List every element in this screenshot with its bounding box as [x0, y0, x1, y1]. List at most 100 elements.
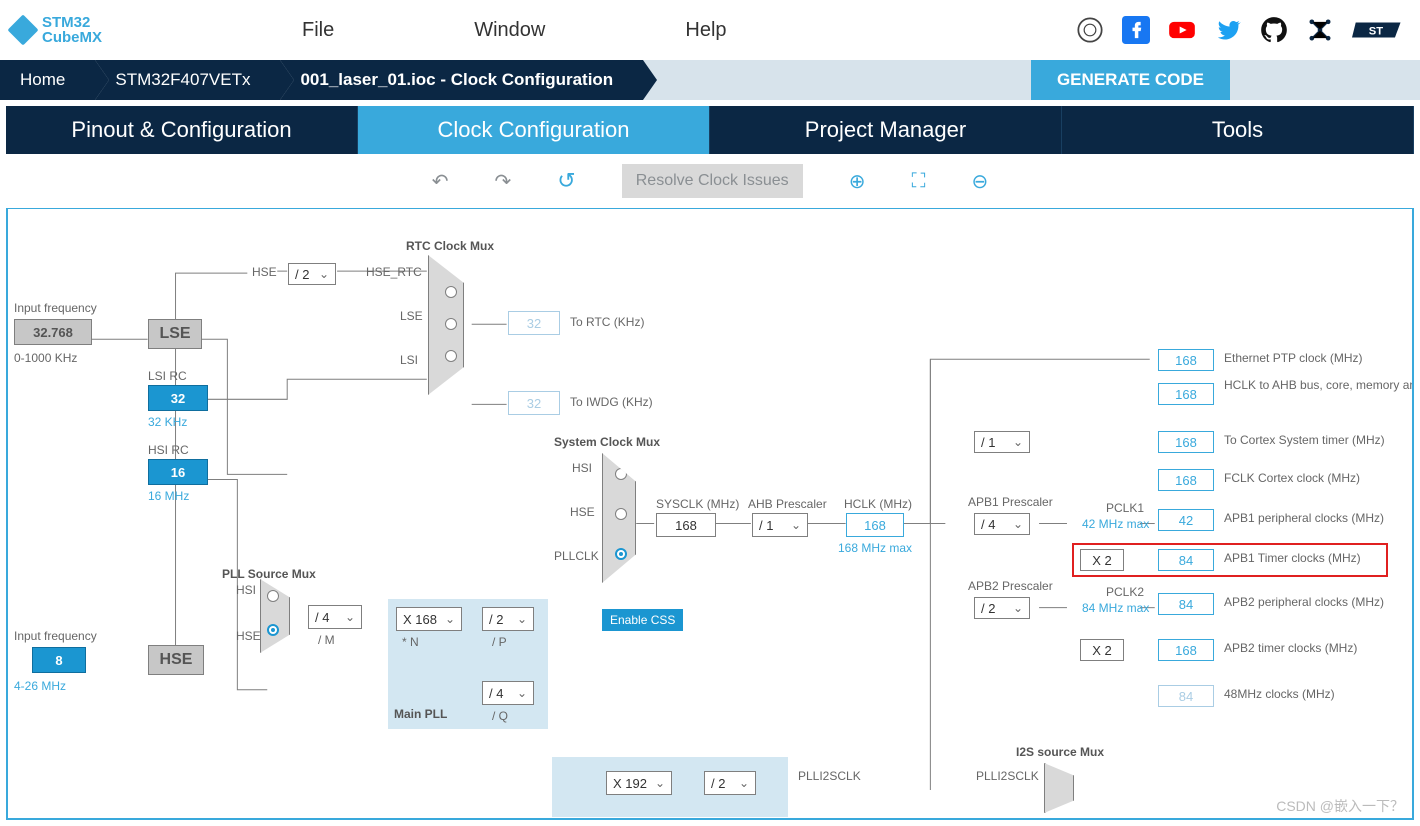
lse-mux-in-label: LSE — [400, 309, 423, 323]
to-rtc-label: To RTC (KHz) — [570, 315, 644, 329]
generate-code-button[interactable]: GENERATE CODE — [1031, 60, 1230, 100]
zoom-in-icon[interactable]: ⊕ — [849, 169, 866, 194]
hclk-value[interactable]: 168 — [846, 513, 904, 537]
twitter-icon[interactable] — [1214, 16, 1242, 44]
to-iwdg-label: To IWDG (KHz) — [570, 395, 653, 409]
tab-clock[interactable]: Clock Configuration — [358, 106, 710, 154]
hclk-label: HCLK (MHz) — [844, 497, 912, 511]
lse-range-label: 0-1000 KHz — [14, 351, 77, 365]
apb1-peripheral-label: APB1 peripheral clocks (MHz) — [1224, 511, 1384, 525]
clock-diagram-canvas[interactable]: Input frequency 32.768 0-1000 KHz LSE HS… — [6, 208, 1414, 820]
app-logo: STM32CubeMX — [12, 15, 102, 45]
zoom-out-icon[interactable]: ⊖ — [971, 169, 988, 194]
lse-block: LSE — [148, 319, 202, 349]
hse-rtc-divider[interactable]: / 2 — [288, 263, 336, 285]
48mhz-label: 48MHz clocks (MHz) — [1224, 687, 1335, 701]
github-icon[interactable] — [1260, 16, 1288, 44]
sysclk-value[interactable]: 168 — [656, 513, 716, 537]
eth-ptp-value: 168 — [1158, 349, 1214, 371]
st-badge-icon — [1076, 16, 1104, 44]
pll-q-label: / Q — [492, 709, 508, 723]
lsi-khz-label: 32 KHz — [148, 415, 187, 429]
apb1-timer-highlight — [1072, 543, 1388, 577]
tab-tools[interactable]: Tools — [1062, 106, 1414, 154]
hsi-rc-label: HSI RC — [148, 443, 189, 457]
undo-icon[interactable]: ↶ — [432, 169, 449, 194]
apb2-timer-value: 168 — [1158, 639, 1214, 661]
hse-rtc-label: HSE_RTC — [366, 265, 422, 279]
apb2-prescaler-label: APB2 Prescaler — [968, 579, 1053, 593]
connect-icon[interactable] — [1306, 16, 1334, 44]
hsi-mhz-label: 16 MHz — [148, 489, 189, 503]
pllclk-sysmux-label: PLLCLK — [554, 549, 599, 563]
enable-css-button[interactable]: Enable CSS — [602, 609, 683, 631]
iwdg-output: 32 — [508, 391, 560, 415]
eth-ptp-label: Ethernet PTP clock (MHz) — [1224, 351, 1362, 365]
facebook-icon[interactable] — [1122, 16, 1150, 44]
breadcrumb-home[interactable]: Home — [0, 60, 95, 100]
pll-n-multiplier[interactable]: X 168 — [396, 607, 462, 631]
plli2sclk-label-2: PLLI2SCLK — [976, 769, 1039, 783]
hclk-ahb-label: HCLK to AHB bus, core, memory and DMA (M… — [1224, 379, 1404, 392]
rtc-mux-label: RTC Clock Mux — [406, 239, 494, 253]
pll-hse-label: HSE — [236, 629, 261, 643]
cortex-sys-label: To Cortex System timer (MHz) — [1224, 433, 1385, 447]
hse-block: HSE — [148, 645, 204, 675]
menu-file[interactable]: File — [302, 19, 334, 42]
zoom-fit-icon[interactable]: ⛶ — [911, 170, 925, 193]
system-clock-mux-label: System Clock Mux — [554, 435, 660, 449]
apb2-timer-mult: X 2 — [1080, 639, 1124, 661]
fclk-value: 168 — [1158, 469, 1214, 491]
apb2-prescaler[interactable]: / 2 — [974, 597, 1030, 619]
cortex-sys-value: 168 — [1158, 431, 1214, 453]
hclk-ahb-value: 168 — [1158, 383, 1214, 405]
pclk1-max-label: 42 MHz max — [1082, 517, 1149, 531]
lsi-value: 32 — [148, 385, 208, 411]
48mhz-value: 84 — [1158, 685, 1214, 707]
plli2s-n-multiplier[interactable]: X 192 — [606, 771, 672, 795]
apb1-prescaler[interactable]: / 4 — [974, 513, 1030, 535]
pll-p-label: / P — [492, 635, 507, 649]
hsi-value: 16 — [148, 459, 208, 485]
apb1-peripheral-value: 42 — [1158, 509, 1214, 531]
pll-n-label: * N — [402, 635, 419, 649]
i2s-mux-label: I2S source Mux — [1016, 745, 1104, 759]
youtube-icon[interactable] — [1168, 16, 1196, 44]
hse-mux-in-label: HSE — [252, 265, 277, 279]
cortex-sys-divider[interactable]: / 1 — [974, 431, 1030, 453]
plli2sclk-label: PLLI2SCLK — [798, 769, 861, 783]
ahb-prescaler[interactable]: / 1 — [752, 513, 808, 537]
hse-range-label: 4-26 MHz — [14, 679, 66, 693]
reset-icon[interactable]: ↺ — [557, 168, 575, 194]
input-frequency-lse-label: Input frequency — [14, 301, 97, 315]
hse-sysmux-label: HSE — [570, 505, 595, 519]
fclk-label: FCLK Cortex clock (MHz) — [1224, 471, 1360, 485]
rtc-output: 32 — [508, 311, 560, 335]
pll-q-divider[interactable]: / 4 — [482, 681, 534, 705]
breadcrumb-chip[interactable]: STM32F407VETx — [95, 60, 280, 100]
hse-input-value[interactable]: 8 — [32, 647, 86, 673]
input-frequency-hse-label: Input frequency — [14, 629, 97, 643]
apb1-prescaler-label: APB1 Prescaler — [968, 495, 1053, 509]
pll-m-label: / M — [318, 633, 335, 647]
svg-text:ST: ST — [1369, 26, 1383, 38]
pclk1-label: PCLK1 — [1106, 501, 1144, 515]
menu-help[interactable]: Help — [685, 19, 726, 42]
plli2s-divider[interactable]: / 2 — [704, 771, 756, 795]
lsi-rc-label: LSI RC — [148, 369, 187, 383]
apb2-timer-label: APB2 timer clocks (MHz) — [1224, 641, 1357, 655]
redo-icon[interactable]: ↷ — [495, 169, 512, 194]
tab-pinout[interactable]: Pinout & Configuration — [6, 106, 358, 154]
pll-p-divider[interactable]: / 2 — [482, 607, 534, 631]
lsi-mux-in-label: LSI — [400, 353, 418, 367]
apb2-peripheral-value: 84 — [1158, 593, 1214, 615]
sysclk-label: SYSCLK (MHz) — [656, 497, 739, 511]
ahb-prescaler-label: AHB Prescaler — [748, 497, 827, 511]
pclk2-label: PCLK2 — [1106, 585, 1144, 599]
menu-window[interactable]: Window — [474, 19, 545, 42]
breadcrumb-file[interactable]: 001_laser_01.ioc - Clock Configuration — [280, 60, 643, 100]
lse-input-value[interactable]: 32.768 — [14, 319, 92, 345]
pll-hsi-label: HSI — [236, 583, 256, 597]
pll-m-divider[interactable]: / 4 — [308, 605, 362, 629]
tab-project[interactable]: Project Manager — [710, 106, 1062, 154]
